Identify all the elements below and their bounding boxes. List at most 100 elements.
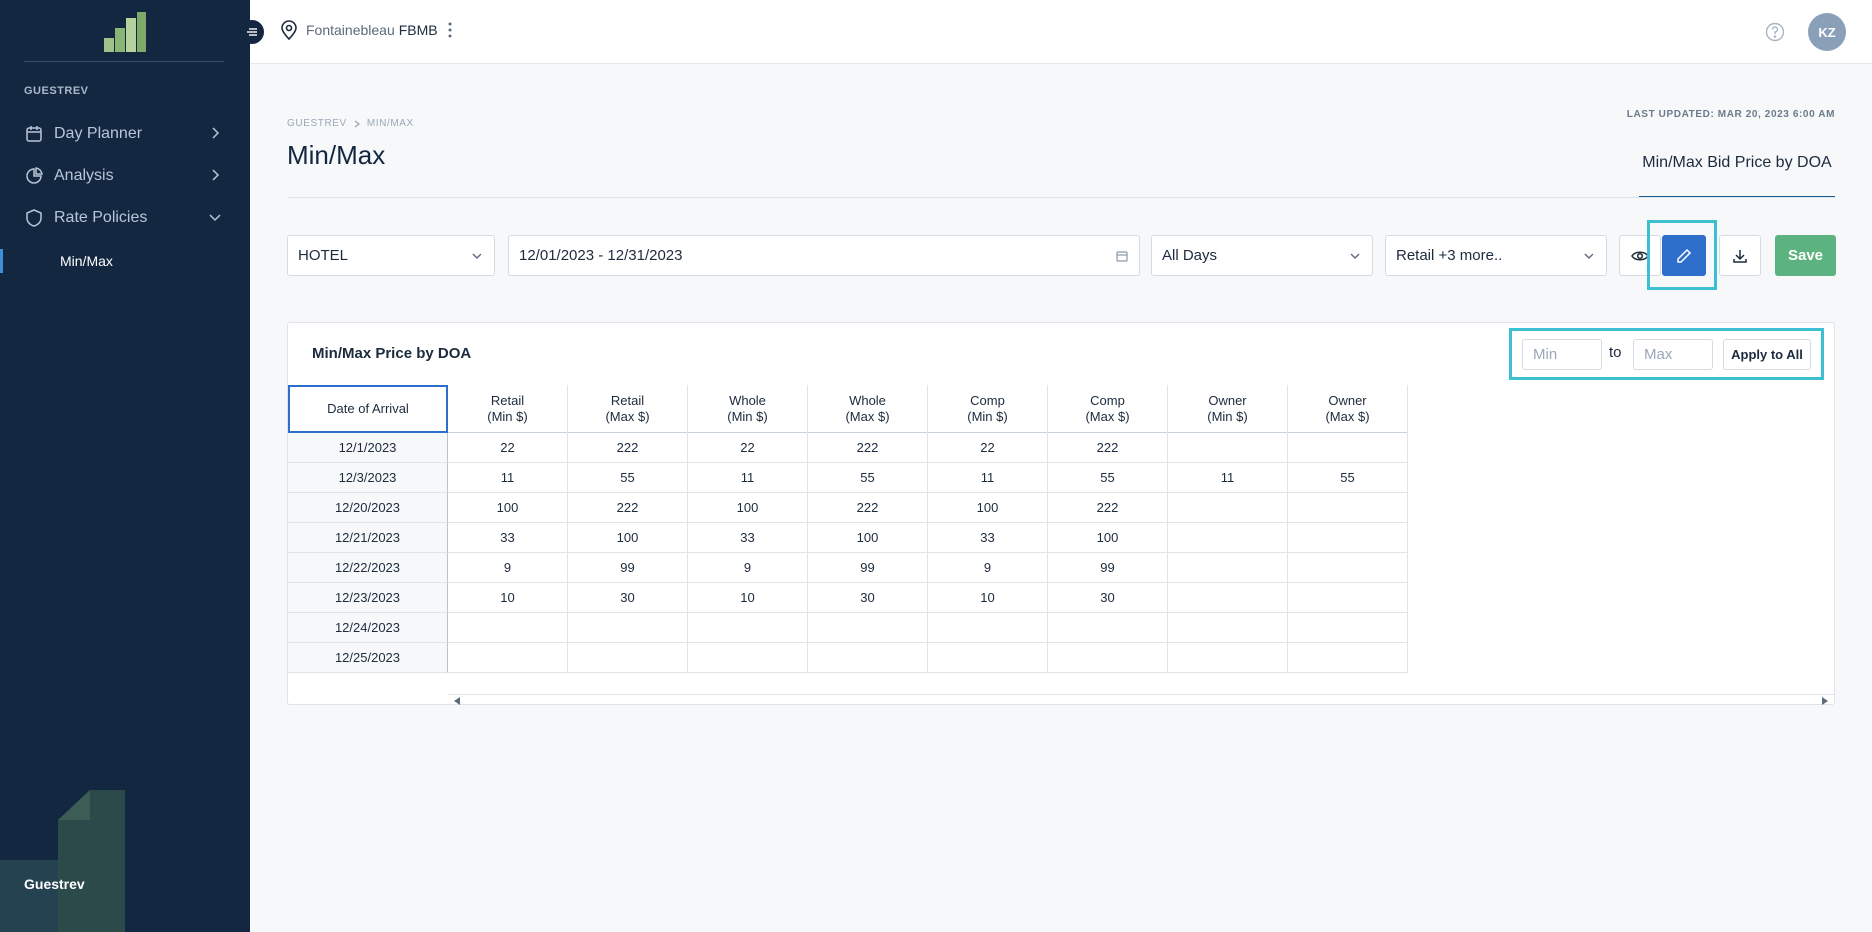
price-cell[interactable]: 9	[688, 553, 808, 583]
price-cell[interactable]: 222	[808, 433, 928, 463]
price-cell[interactable]	[1288, 643, 1408, 673]
column-header[interactable]: Comp (Max $)	[1048, 385, 1168, 433]
price-cell[interactable]: 33	[448, 523, 568, 553]
price-cell[interactable]	[1168, 553, 1288, 583]
sidebar-item-min-max[interactable]: Min/Max	[0, 247, 250, 275]
price-cell[interactable]	[1288, 583, 1408, 613]
price-cell[interactable]: 100	[568, 523, 688, 553]
date-cell: 12/25/2023	[288, 643, 448, 673]
price-cell[interactable]	[448, 613, 568, 643]
price-cell[interactable]	[1288, 523, 1408, 553]
price-cell[interactable]: 11	[688, 463, 808, 493]
price-cell[interactable]	[808, 613, 928, 643]
tab-min-max-bid-price[interactable]: Min/Max Bid Price by DOA	[1639, 154, 1835, 198]
price-cell[interactable]: 222	[1048, 433, 1168, 463]
save-button[interactable]: Save	[1775, 235, 1836, 276]
date-cell: 12/24/2023	[288, 613, 448, 643]
price-cell[interactable]: 22	[928, 433, 1048, 463]
price-cell[interactable]	[1168, 493, 1288, 523]
property-selector[interactable]: Fontainebleau FBMB	[280, 20, 452, 40]
price-cell[interactable]: 11	[448, 463, 568, 493]
column-header[interactable]: Whole (Max $)	[808, 385, 928, 433]
price-cell[interactable]: 22	[448, 433, 568, 463]
price-cell[interactable]	[928, 613, 1048, 643]
avatar[interactable]: KZ	[1808, 13, 1846, 51]
price-cell[interactable]	[688, 613, 808, 643]
logo-divider	[24, 61, 224, 62]
price-cell[interactable]: 9	[448, 553, 568, 583]
price-cell[interactable]: 30	[568, 583, 688, 613]
segments-select[interactable]: Retail +3 more..	[1385, 235, 1607, 276]
column-header[interactable]: Whole (Min $)	[688, 385, 808, 433]
column-header[interactable]: Retail (Min $)	[448, 385, 568, 433]
column-header[interactable]: Owner (Max $)	[1288, 385, 1408, 433]
sidebar-collapse-button[interactable]	[240, 20, 264, 44]
scroll-right-icon[interactable]	[1822, 697, 1828, 705]
price-cell[interactable]	[1288, 553, 1408, 583]
price-cell[interactable]: 222	[808, 493, 928, 523]
price-cell[interactable]: 100	[928, 493, 1048, 523]
price-cell[interactable]: 99	[568, 553, 688, 583]
price-cell[interactable]	[1168, 643, 1288, 673]
price-cell[interactable]: 10	[928, 583, 1048, 613]
price-cell[interactable]: 99	[1048, 553, 1168, 583]
scroll-left-icon[interactable]	[454, 697, 460, 705]
price-cell[interactable]	[688, 643, 808, 673]
price-cell[interactable]: 9	[928, 553, 1048, 583]
price-cell[interactable]	[1288, 433, 1408, 463]
download-button[interactable]	[1719, 235, 1761, 276]
column-header[interactable]: Owner (Min $)	[1168, 385, 1288, 433]
price-cell[interactable]: 100	[448, 493, 568, 523]
price-cell[interactable]	[1288, 613, 1408, 643]
price-cell[interactable]: 222	[568, 433, 688, 463]
days-value: All Days	[1162, 247, 1218, 264]
sidebar-item-day-planner[interactable]: Day Planner	[0, 118, 250, 150]
price-cell[interactable]: 11	[1168, 463, 1288, 493]
price-cell[interactable]: 55	[1048, 463, 1168, 493]
property-type-select[interactable]: HOTEL	[287, 235, 495, 276]
location-pin-icon	[281, 20, 297, 40]
column-header[interactable]: Comp (Min $)	[928, 385, 1048, 433]
price-cell[interactable]	[1168, 523, 1288, 553]
price-cell[interactable]: 222	[1048, 493, 1168, 523]
price-cell[interactable]	[1048, 613, 1168, 643]
days-select[interactable]: All Days	[1151, 235, 1373, 276]
price-cell[interactable]	[1168, 583, 1288, 613]
price-cell[interactable]	[1288, 493, 1408, 523]
price-cell[interactable]: 33	[928, 523, 1048, 553]
price-cell[interactable]: 55	[568, 463, 688, 493]
date-cell: 12/22/2023	[288, 553, 448, 583]
help-icon[interactable]	[1765, 22, 1785, 42]
price-cell[interactable]: 30	[1048, 583, 1168, 613]
price-cell[interactable]: 33	[688, 523, 808, 553]
price-cell[interactable]	[568, 643, 688, 673]
price-cell[interactable]	[808, 643, 928, 673]
date-range-picker[interactable]: 12/01/2023 - 12/31/2023	[508, 235, 1140, 276]
price-cell[interactable]: 30	[808, 583, 928, 613]
price-cell[interactable]: 10	[448, 583, 568, 613]
price-cell[interactable]	[448, 643, 568, 673]
price-cell[interactable]: 99	[808, 553, 928, 583]
sidebar-item-rate-policies[interactable]: Rate Policies	[0, 202, 250, 234]
kebab-menu-icon[interactable]	[448, 22, 452, 38]
sidebar-item-analysis[interactable]: Analysis	[0, 160, 250, 192]
price-cell[interactable]: 55	[808, 463, 928, 493]
column-header[interactable]: Retail (Max $)	[568, 385, 688, 433]
price-cell[interactable]	[1168, 433, 1288, 463]
price-cell[interactable]	[928, 643, 1048, 673]
breadcrumb-item[interactable]: GUESTREV	[287, 118, 347, 129]
price-cell[interactable]: 100	[1048, 523, 1168, 553]
price-cell[interactable]: 55	[1288, 463, 1408, 493]
price-cell[interactable]: 100	[808, 523, 928, 553]
price-cell[interactable]: 11	[928, 463, 1048, 493]
sidebar-item-label: Rate Policies	[54, 209, 148, 226]
price-cell[interactable]	[1168, 613, 1288, 643]
price-cell[interactable]: 22	[688, 433, 808, 463]
price-cell[interactable]: 10	[688, 583, 808, 613]
price-cell[interactable]	[1048, 643, 1168, 673]
price-cell[interactable]: 222	[568, 493, 688, 523]
price-cell[interactable]: 100	[688, 493, 808, 523]
price-cell[interactable]	[568, 613, 688, 643]
column-header-date[interactable]: Date of Arrival	[288, 385, 448, 433]
horizontal-scrollbar[interactable]	[448, 694, 1834, 706]
